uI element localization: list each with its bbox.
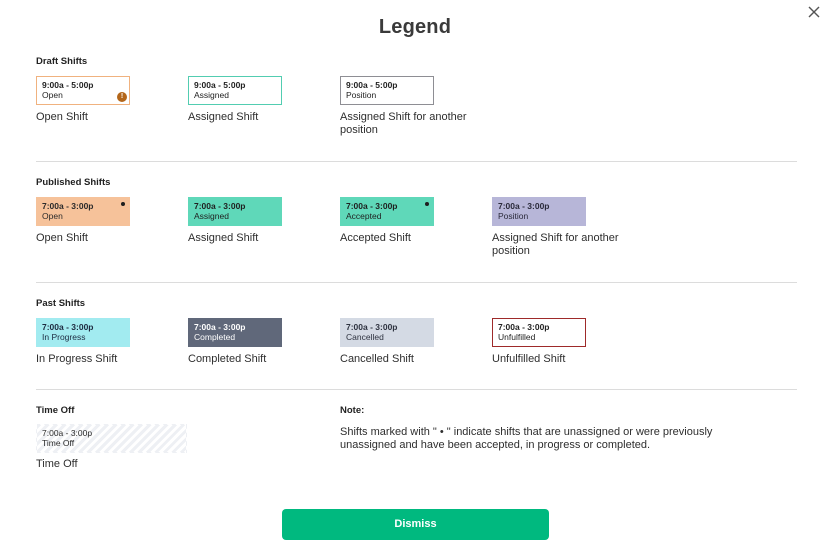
chip-label: Open (42, 211, 63, 221)
time-off-chip: 7:00a - 3:00p Time Off (36, 424, 187, 453)
section-divider (36, 389, 797, 390)
section-title-time-off: Time Off (36, 405, 75, 416)
past-completed-chip: 7:00a - 3:00p Completed (188, 318, 282, 347)
chip-time: 7:00a - 3:00p (42, 201, 94, 211)
unassigned-dot-icon (425, 202, 429, 206)
published-assigned-caption: Assigned Shift (188, 232, 259, 244)
chip-label: Position (346, 90, 377, 100)
published-open-chip: 7:00a - 3:00p Open (36, 197, 130, 226)
chip-label: In Progress (42, 332, 86, 342)
past-unfulfilled-caption: Unfulfilled Shift (492, 353, 566, 365)
past-completed-caption: Completed Shift (188, 353, 267, 365)
chip-time: 9:00a - 5:00p (194, 80, 246, 90)
chip-time: 7:00a - 3:00p (498, 322, 550, 332)
note-text: Shifts marked with " • " indicate shifts… (340, 426, 713, 451)
draft-assigned-chip: 9:00a - 5:00p Assigned (188, 76, 282, 105)
warning-icon: ! (117, 92, 127, 102)
draft-assigned-caption: Assigned Shift (188, 111, 259, 123)
past-cancelled-caption: Cancelled Shift (340, 353, 414, 365)
chip-time: 9:00a - 5:00p (42, 80, 94, 90)
section-title-published: Published Shifts (36, 177, 111, 188)
chip-label: Accepted (346, 211, 382, 221)
chip-time: 7:00a - 3:00p (194, 322, 246, 332)
section-divider (36, 161, 797, 162)
dismiss-button[interactable]: Dismiss (282, 509, 549, 540)
chip-time: 7:00a - 3:00p (346, 201, 398, 211)
chip-time: 9:00a - 5:00p (346, 80, 398, 90)
chip-time: 7:00a - 3:00p (498, 201, 550, 211)
chip-label: Unfulfilled (498, 332, 536, 342)
unassigned-dot-icon (121, 202, 125, 206)
dialog-title: Legend (378, 16, 452, 38)
chip-time: 7:00a - 3:00p (194, 201, 246, 211)
note-title: Note: (340, 405, 365, 416)
published-open-caption: Open Shift (36, 232, 88, 244)
draft-position-chip: 9:00a - 5:00p Position (340, 76, 434, 105)
section-title-draft: Draft Shifts (36, 56, 88, 67)
close-icon[interactable] (805, 3, 823, 21)
published-accepted-chip: 7:00a - 3:00p Accepted (340, 197, 434, 226)
draft-position-caption: Assigned Shift for another position (340, 111, 467, 136)
legend-dialog: Legend Draft Shifts 9:00a - 5:00p Open !… (0, 0, 830, 545)
past-in-progress-caption: In Progress Shift (36, 353, 118, 365)
time-off-caption: Time Off (36, 458, 78, 470)
chip-label: Time Off (42, 438, 75, 448)
chip-label: Cancelled (346, 332, 384, 342)
draft-open-chip: 9:00a - 5:00p Open ! (36, 76, 130, 105)
chip-time: 7:00a - 3:00p (346, 322, 398, 332)
published-position-caption: Assigned Shift for another position (492, 232, 619, 257)
section-divider (36, 282, 797, 283)
chip-label: Assigned (194, 211, 229, 221)
chip-label: Open (42, 90, 63, 100)
chip-time: 7:00a - 3:00p (42, 428, 93, 438)
past-cancelled-chip: 7:00a - 3:00p Cancelled (340, 318, 434, 347)
published-position-chip: 7:00a - 3:00p Position (492, 197, 586, 226)
chip-time: 7:00a - 3:00p (42, 322, 94, 332)
past-unfulfilled-chip: 7:00a - 3:00p Unfulfilled (492, 318, 586, 347)
chip-label: Completed (194, 332, 236, 342)
section-title-past: Past Shifts (36, 298, 86, 309)
past-in-progress-chip: 7:00a - 3:00p In Progress (36, 318, 130, 347)
published-assigned-chip: 7:00a - 3:00p Assigned (188, 197, 282, 226)
published-accepted-caption: Accepted Shift (340, 232, 411, 244)
chip-label: Assigned (194, 90, 229, 100)
draft-open-caption: Open Shift (36, 111, 88, 123)
chip-label: Position (498, 211, 529, 221)
